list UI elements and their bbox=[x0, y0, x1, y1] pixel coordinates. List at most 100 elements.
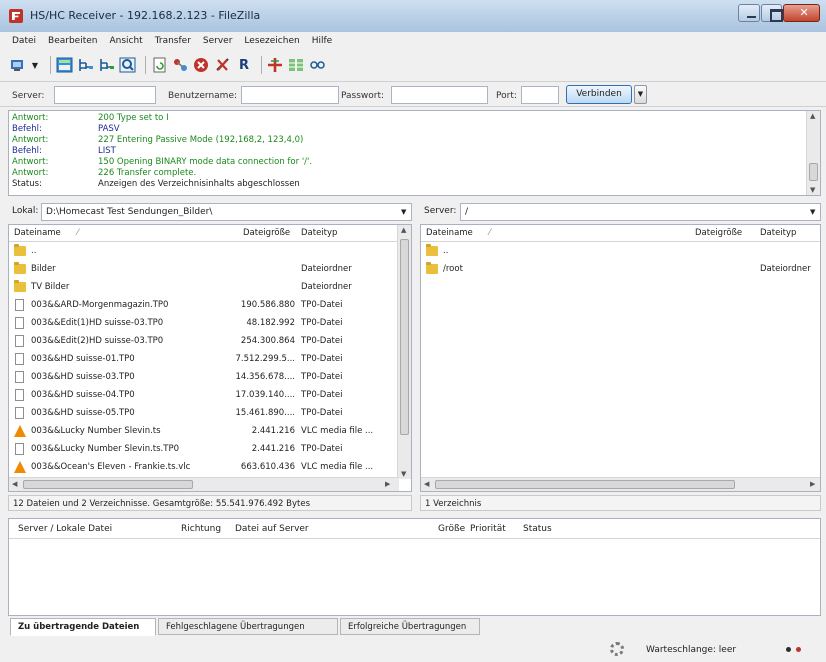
file-name: 003&&HD suisse-01.TP0 bbox=[31, 354, 135, 364]
maximize-button[interactable] bbox=[760, 4, 783, 22]
connect-dropdown-icon[interactable]: ▼ bbox=[634, 85, 647, 104]
col-filename[interactable]: Dateiname bbox=[426, 228, 473, 238]
file-icon bbox=[15, 299, 24, 311]
scroll-left-icon[interactable]: ◀ bbox=[12, 480, 17, 488]
file-row[interactable]: 003&&Ocean's Eleven - Frankie.ts.vlc 663.… bbox=[9, 459, 399, 477]
tab-successful-transfers[interactable]: Erfolgreiche Übertragungen bbox=[340, 618, 480, 635]
file-size: 2.441.216 bbox=[251, 444, 295, 454]
file-row[interactable]: .. bbox=[9, 243, 399, 261]
file-type: TP0-Datei bbox=[301, 318, 343, 328]
scroll-up-icon[interactable]: ▲ bbox=[401, 226, 406, 234]
toggle-queue-icon[interactable] bbox=[119, 56, 137, 74]
site-manager-dropdown-icon[interactable]: ▼ bbox=[31, 56, 39, 74]
remote-hscroll-thumb[interactable] bbox=[435, 480, 735, 489]
remote-path-input[interactable]: / bbox=[460, 203, 821, 221]
local-path-dropdown-icon[interactable]: ▼ bbox=[401, 208, 406, 216]
menu-ansicht[interactable]: Ansicht bbox=[109, 36, 142, 52]
file-size: 7.512.299.5... bbox=[235, 354, 295, 364]
file-row[interactable]: 003&&Edit(2)HD suisse-03.TP0 254.300.864 T… bbox=[9, 333, 399, 351]
file-row[interactable]: TV Bilder Dateiordner bbox=[9, 279, 399, 297]
local-path-input[interactable]: D:\Homecast Test Sendungen_Bilder\ bbox=[41, 203, 412, 221]
file-name: 003&&Lucky Number Slevin.ts bbox=[31, 426, 161, 436]
password-input[interactable] bbox=[391, 86, 488, 104]
minimize-button[interactable] bbox=[738, 4, 760, 22]
file-row[interactable]: 003&&Edit(1)HD suisse-03.TP0 48.182.992 TP… bbox=[9, 315, 399, 333]
toggle-log-icon[interactable] bbox=[56, 56, 74, 74]
remote-status: 1 Verzeichnis bbox=[420, 495, 821, 511]
toggle-local-tree-icon[interactable] bbox=[77, 56, 95, 74]
port-input[interactable] bbox=[521, 86, 559, 104]
col-direction[interactable]: Richtung bbox=[181, 524, 221, 534]
scroll-right-icon[interactable]: ▶ bbox=[810, 480, 815, 488]
filter-icon[interactable] bbox=[267, 56, 285, 74]
file-row[interactable]: /root Dateiordner bbox=[421, 261, 811, 279]
local-hscroll-thumb[interactable] bbox=[23, 480, 193, 489]
scroll-left-icon[interactable]: ◀ bbox=[424, 480, 429, 488]
col-filename[interactable]: Dateiname bbox=[14, 228, 61, 238]
username-input[interactable] bbox=[241, 86, 339, 104]
file-row[interactable]: 003&&ARD-Morgenmagazin.TP0 190.586.880 TP0… bbox=[9, 297, 399, 315]
col-filesize[interactable]: Dateigröße bbox=[695, 228, 742, 238]
remote-path-dropdown-icon[interactable]: ▼ bbox=[810, 208, 815, 216]
col-remote-file[interactable]: Datei auf Server bbox=[235, 524, 309, 534]
menu-bearbeiten[interactable]: Bearbeiten bbox=[48, 36, 97, 52]
scroll-right-icon[interactable]: ▶ bbox=[385, 480, 390, 488]
col-server-local-file[interactable]: Server / Lokale Datei bbox=[18, 524, 112, 534]
col-priority[interactable]: Priorität bbox=[470, 524, 506, 534]
log-scroll-thumb[interactable] bbox=[809, 163, 818, 181]
col-size[interactable]: Größe bbox=[438, 524, 465, 534]
tab-failed-transfers[interactable]: Fehlgeschlagene Übertragungen bbox=[158, 618, 338, 635]
quickconnect-bar: Server: Benutzername: Passwort: Port: Ve… bbox=[0, 81, 826, 107]
log-kind: Antwort: bbox=[12, 113, 49, 123]
col-status[interactable]: Status bbox=[523, 524, 552, 534]
process-queue-icon[interactable] bbox=[172, 56, 190, 74]
title-bar[interactable]: HS/HC Receiver - 192.168.2.123 - FileZil… bbox=[0, 0, 826, 32]
file-name: TV Bilder bbox=[31, 282, 70, 292]
local-vscroll-thumb[interactable] bbox=[400, 239, 409, 435]
file-row[interactable]: 003&&HD suisse-05.TP0 15.461.890.... TP0-D… bbox=[9, 405, 399, 423]
col-filetype[interactable]: Dateityp bbox=[760, 228, 796, 238]
file-type: TP0-Datei bbox=[301, 390, 343, 400]
file-row[interactable]: .. bbox=[421, 243, 811, 261]
sync-browse-icon[interactable] bbox=[309, 56, 327, 74]
local-vscrollbar[interactable]: ▲ ▼ bbox=[397, 225, 411, 479]
menu-datei[interactable]: Datei bbox=[12, 36, 36, 52]
scroll-down-icon[interactable]: ▼ bbox=[401, 470, 406, 478]
toolbar-separator bbox=[261, 56, 262, 74]
toggle-remote-tree-icon[interactable] bbox=[98, 56, 116, 74]
remote-hscrollbar[interactable]: ◀ ▶ bbox=[421, 477, 820, 491]
file-row[interactable]: 003&&Lucky Number Slevin.ts 2.441.216 VLC … bbox=[9, 423, 399, 441]
log-scrollbar[interactable]: ▲ ▼ bbox=[806, 111, 820, 195]
reconnect-icon[interactable]: R bbox=[235, 56, 253, 74]
menu-server[interactable]: Server bbox=[203, 36, 233, 52]
file-row[interactable]: Bilder Dateiordner bbox=[9, 261, 399, 279]
connect-button[interactable]: Verbinden bbox=[566, 85, 632, 104]
col-filetype[interactable]: Dateityp bbox=[301, 228, 337, 238]
refresh-icon[interactable] bbox=[151, 56, 169, 74]
file-row[interactable]: 003&&Lucky Number Slevin.ts.TP0 2.441.216… bbox=[9, 441, 399, 459]
cancel-icon[interactable] bbox=[193, 56, 211, 74]
file-row[interactable]: 003&&HD suisse-04.TP0 17.039.140.... TP0-D… bbox=[9, 387, 399, 405]
menu-transfer[interactable]: Transfer bbox=[155, 36, 191, 52]
menu-lesezeichen[interactable]: Lesezeichen bbox=[244, 36, 299, 52]
close-button[interactable] bbox=[783, 4, 820, 22]
scroll-up-icon[interactable]: ▲ bbox=[810, 112, 815, 120]
col-filesize[interactable]: Dateigröße bbox=[243, 228, 290, 238]
server-input[interactable] bbox=[54, 86, 156, 104]
tab-queued-files[interactable]: Zu übertragende Dateien bbox=[10, 618, 156, 636]
file-row[interactable]: 003&&HD suisse-01.TP0 7.512.299.5... TP0-D… bbox=[9, 351, 399, 369]
menu-hilfe[interactable]: Hilfe bbox=[312, 36, 332, 52]
compare-icon[interactable] bbox=[288, 56, 306, 74]
file-icon bbox=[15, 407, 24, 419]
log-kind: Status: bbox=[12, 179, 42, 189]
file-name: 003&&HD suisse-04.TP0 bbox=[31, 390, 135, 400]
filezilla-app-icon bbox=[9, 9, 23, 23]
password-label: Passwort: bbox=[341, 91, 385, 101]
file-type: VLC media file ... bbox=[301, 426, 374, 436]
file-row[interactable]: 003&&HD suisse-03.TP0 14.356.678.... TP0-D… bbox=[9, 369, 399, 387]
site-manager-icon[interactable] bbox=[10, 56, 28, 74]
scroll-down-icon[interactable]: ▼ bbox=[810, 186, 815, 194]
log-message: 226 Transfer complete. bbox=[98, 168, 197, 178]
disconnect-icon[interactable] bbox=[214, 56, 232, 74]
local-hscrollbar[interactable]: ◀ ▶ bbox=[9, 477, 399, 491]
